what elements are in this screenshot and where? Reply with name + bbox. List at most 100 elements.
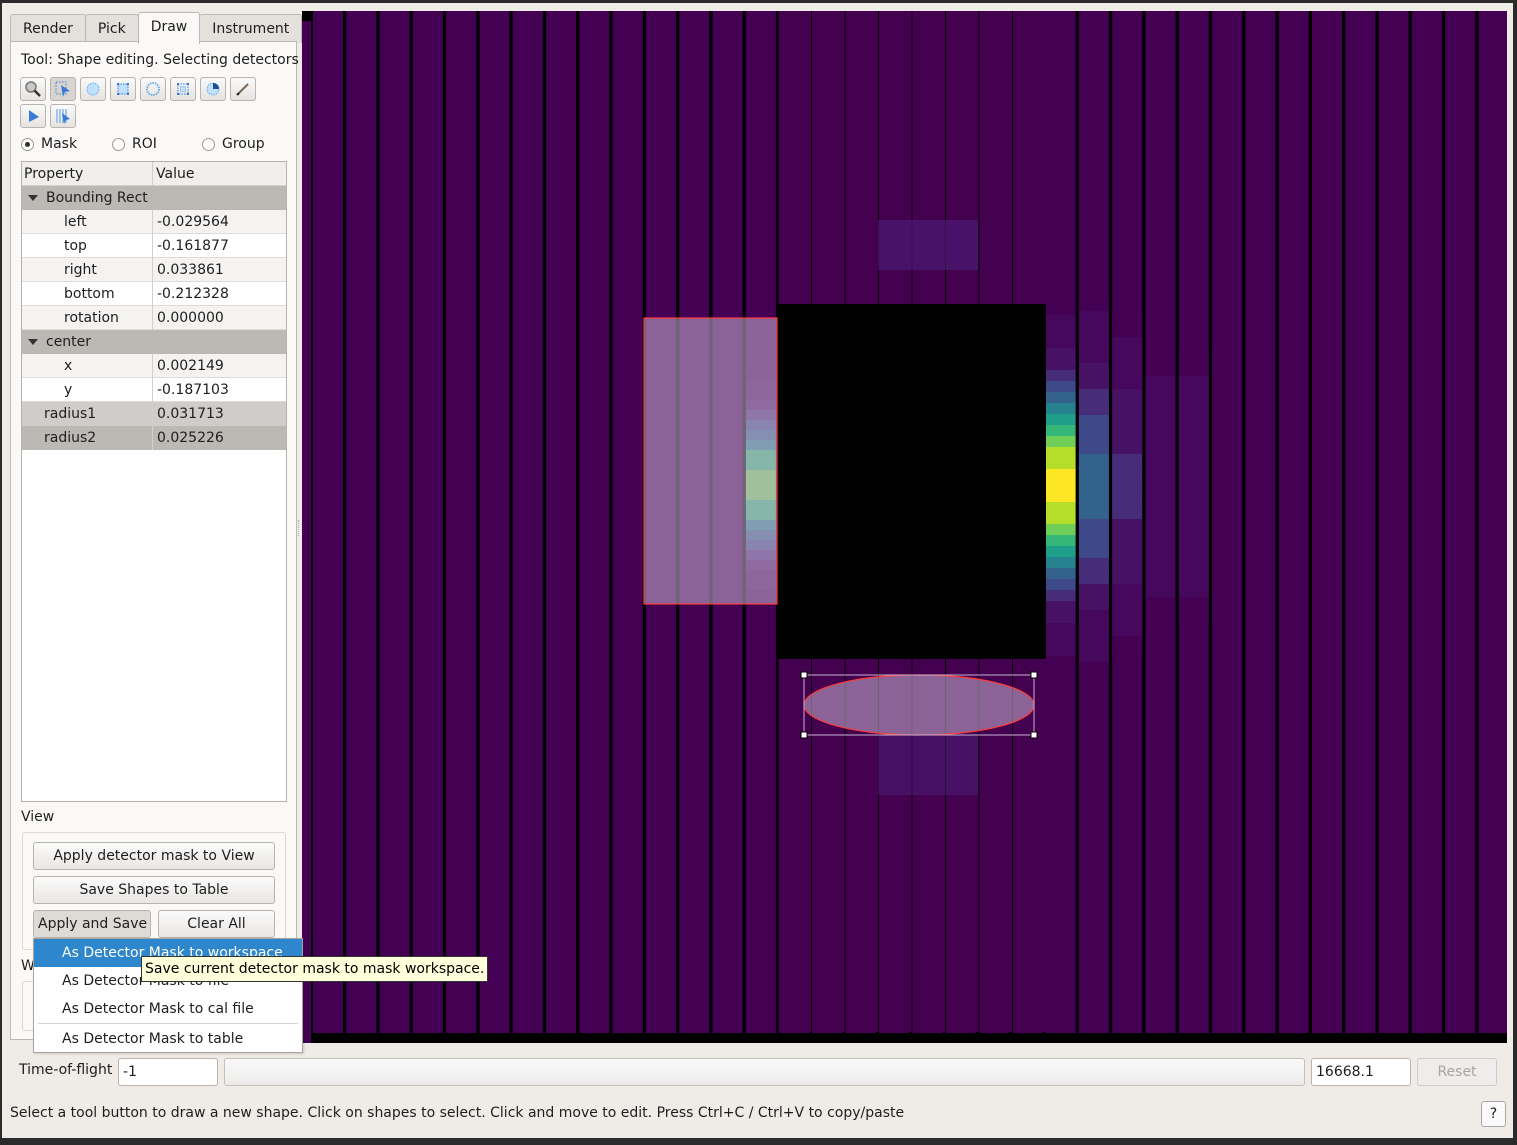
help-button[interactable]: ?: [1481, 1101, 1506, 1127]
roi-radio[interactable]: ROI: [112, 136, 157, 152]
tof-reset-button[interactable]: Reset: [1417, 1058, 1497, 1086]
intensity-cell: [1145, 441, 1176, 455]
detector-tube: [446, 11, 477, 1033]
radio-indicator[interactable]: [112, 137, 125, 151]
property-row[interactable]: top -0.161877: [22, 234, 286, 258]
property-name: y: [22, 378, 153, 402]
ring-ellipse-tool-button[interactable]: [140, 77, 166, 101]
intensity-cell: [1078, 350, 1109, 364]
property-row[interactable]: x 0.002149: [22, 354, 286, 378]
group-radio[interactable]: Group: [202, 136, 265, 152]
intensity-cell: [1112, 532, 1143, 546]
property-value[interactable]: 0.031713: [153, 402, 286, 426]
tab-render[interactable]: Render: [10, 14, 86, 43]
tube-select-tool-button[interactable]: [50, 104, 76, 128]
intensity-cell: [1045, 557, 1076, 569]
menu-item-mask-to-table[interactable]: As Detector Mask to table: [34, 1025, 302, 1053]
property-value[interactable]: -0.212328: [153, 282, 286, 306]
intensity-cell: [1112, 467, 1143, 481]
property-row[interactable]: left -0.029564: [22, 210, 286, 234]
intensity-cell: [1045, 568, 1076, 580]
intensity-cell: [1112, 454, 1143, 468]
intensity-cell: [878, 220, 978, 270]
property-value[interactable]: 0.033861: [153, 258, 286, 282]
intensity-cell: [1078, 376, 1109, 390]
radio-indicator[interactable]: [202, 137, 215, 151]
view-group-label: View: [21, 809, 55, 825]
property-name: radius1: [22, 402, 153, 426]
intensity-cell: [1178, 584, 1209, 598]
detector-tube: [612, 11, 643, 1033]
ellipse-tool-button[interactable]: [80, 77, 106, 101]
tof-range-slider[interactable]: [224, 1058, 1305, 1086]
status-message: Select a tool button to draw a new shape…: [10, 1105, 905, 1121]
tube-select-icon: [56, 109, 70, 124]
intensity-cell: [1045, 469, 1076, 481]
radio-indicator[interactable]: [21, 137, 34, 151]
intensity-cell: [1112, 610, 1143, 624]
property-value[interactable]: 0.002149: [153, 354, 286, 378]
property-row[interactable]: radius1 0.031713: [22, 402, 286, 426]
mask-radio[interactable]: Mask: [21, 136, 77, 152]
property-row[interactable]: radius2 0.025226: [22, 426, 286, 450]
group-label: Bounding Rect: [46, 190, 148, 206]
intensity-cell: [1045, 326, 1076, 338]
property-value[interactable]: 0.000000: [153, 306, 286, 330]
intensity-cell: [1112, 363, 1143, 377]
tof-max-input[interactable]: 16668.1: [1311, 1058, 1411, 1086]
intensity-cell: [1078, 454, 1109, 468]
expand-arrow-icon[interactable]: [28, 194, 38, 201]
pencil-icon: [236, 83, 249, 96]
intensity-cell: [1045, 337, 1076, 349]
tab-pick[interactable]: Pick: [84, 14, 139, 43]
menu-item-mask-to-cal-file[interactable]: As Detector Mask to cal file: [34, 995, 302, 1023]
apply-mask-to-view-button[interactable]: Apply detector mask to View: [33, 842, 275, 870]
edit-select-tool-button[interactable]: [50, 77, 76, 101]
intensity-cell: [1045, 304, 1076, 316]
property-row[interactable]: right 0.033861: [22, 258, 286, 282]
column-header-property[interactable]: Property: [22, 162, 153, 186]
intensity-cell: [1078, 584, 1109, 598]
pointer-tool-button[interactable]: [20, 104, 46, 128]
property-value[interactable]: -0.161877: [153, 234, 286, 258]
intensity-cell: [1178, 376, 1209, 390]
zoom-tool-button[interactable]: [20, 77, 46, 101]
column-header-value[interactable]: Value: [153, 162, 286, 186]
detector-tube: [1478, 11, 1507, 1033]
intensity-cell: [1045, 634, 1076, 646]
instrument-view-canvas[interactable]: [302, 11, 1507, 1043]
detector-tube: [1378, 11, 1409, 1033]
ring-rectangle-tool-button[interactable]: [170, 77, 196, 101]
save-shapes-to-table-button[interactable]: Save Shapes to Table: [33, 876, 275, 904]
intensity-cell: [1078, 519, 1109, 533]
detector-image[interactable]: [302, 11, 1507, 1043]
tab-draw[interactable]: Draw: [137, 12, 201, 44]
intensity-cell: [1078, 597, 1109, 611]
tab-instrument[interactable]: Instrument: [199, 14, 303, 43]
tof-min-input[interactable]: -1: [118, 1058, 218, 1086]
intensity-cell: [1178, 428, 1209, 442]
property-value[interactable]: -0.187103: [153, 378, 286, 402]
intensity-cell: [1178, 571, 1209, 585]
detector-tube: [1445, 11, 1476, 1033]
window-top-border: [0, 0, 1517, 3]
property-row[interactable]: bottom -0.212328: [22, 282, 286, 306]
clear-all-button[interactable]: Clear All: [158, 910, 275, 938]
property-value[interactable]: -0.029564: [153, 210, 286, 234]
apply-and-save-dropdown-button[interactable]: Apply and Save: [33, 910, 151, 952]
intensity-cell: [1112, 506, 1143, 520]
intensity-cell: [1045, 480, 1076, 492]
free-draw-tool-button[interactable]: [230, 77, 256, 101]
expand-arrow-icon[interactable]: [28, 338, 38, 345]
rectangle-tool-button[interactable]: [110, 77, 136, 101]
sector-tool-button[interactable]: [200, 77, 226, 101]
group-row-bounding-rect[interactable]: Bounding Rect: [22, 186, 286, 210]
property-value[interactable]: 0.025226: [153, 426, 286, 450]
property-row[interactable]: y -0.187103: [22, 378, 286, 402]
group-row-center[interactable]: center: [22, 330, 286, 354]
intensity-cell: [1045, 370, 1076, 382]
property-row[interactable]: rotation 0.000000: [22, 306, 286, 330]
splitter-handle[interactable]: [298, 520, 301, 536]
resize-handle: [1030, 731, 1038, 739]
property-name: x: [22, 354, 153, 378]
